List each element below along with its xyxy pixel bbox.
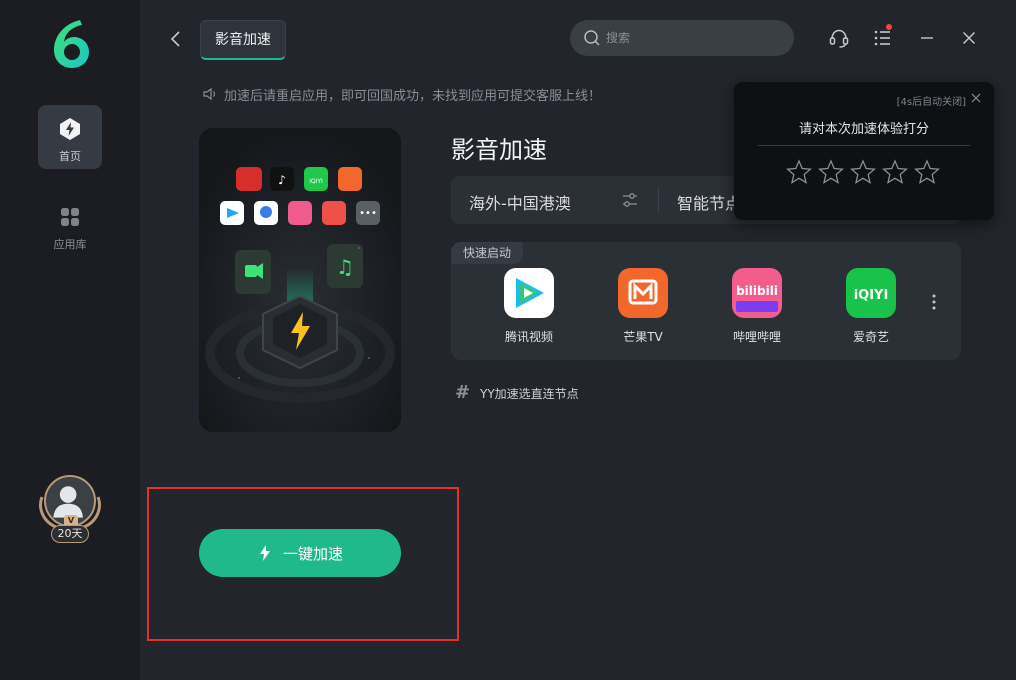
- sidebar-item-label: 首页: [59, 150, 81, 163]
- auto-close-hint: [4s后自动关闭]: [896, 97, 966, 108]
- tab-video-boost[interactable]: 影音加速: [200, 20, 286, 60]
- bilibili-icon: bilibili: [732, 268, 782, 318]
- star-2-icon[interactable]: [818, 159, 844, 185]
- notice-text: 加速后请重启应用，即可回国成功，未找到应用可提交客服上线！: [224, 89, 602, 104]
- vip-days-badge: 20天: [51, 525, 89, 543]
- app-name: 芒果TV: [623, 330, 663, 344]
- svg-text:iQIYI: iQIYI: [309, 178, 323, 185]
- poster-illustration: ♪ iQIYI ••• ♫: [199, 128, 401, 432]
- search-bar[interactable]: [570, 20, 794, 56]
- star-3-icon[interactable]: [850, 159, 876, 185]
- search-icon: [584, 30, 600, 46]
- mango-tv-icon: [618, 268, 668, 318]
- search-input[interactable]: [606, 28, 776, 48]
- svg-text:•••: •••: [359, 208, 377, 219]
- svg-text:♪: ♪: [278, 173, 286, 187]
- node-divider: [658, 188, 659, 212]
- node-region-label[interactable]: 海外-中国港澳: [469, 190, 571, 214]
- app-tencent-video[interactable]: 腾讯视频: [484, 268, 574, 348]
- popup-close-icon[interactable]: [970, 92, 982, 104]
- user-avatar[interactable]: V 20天: [39, 473, 101, 547]
- node-mode-label[interactable]: 智能节点: [677, 190, 741, 214]
- star-4-icon[interactable]: [882, 159, 908, 185]
- quick-launch-panel: 快速启动 腾讯视频 芒果TV bilibili 哔哩哔哩 iQIYI 爱奇艺: [451, 242, 961, 360]
- app-bilibili[interactable]: bilibili 哔哩哔哩: [712, 268, 802, 348]
- menu-list-icon[interactable]: [872, 27, 894, 49]
- yy-tip-text: YY加速选直连节点: [480, 387, 579, 401]
- back-button[interactable]: [166, 28, 186, 50]
- svg-text:bilibili: bilibili: [736, 284, 778, 298]
- close-icon[interactable]: [958, 27, 980, 49]
- tencent-video-icon: [504, 268, 554, 318]
- app-name: 哔哩哔哩: [732, 330, 781, 344]
- app-name: 腾讯视频: [504, 330, 553, 344]
- svg-text:iQIYI: iQIYI: [854, 288, 889, 303]
- app-name: 爱奇艺: [852, 330, 889, 344]
- video-boost-poster: ♪ iQIYI ••• ♫: [199, 128, 401, 432]
- rating-title: 请对本次加速体验打分: [798, 122, 929, 137]
- star-rating: [786, 159, 950, 187]
- star-5-icon[interactable]: [914, 159, 940, 185]
- app-iqiyi[interactable]: iQIYI 爱奇艺: [826, 268, 916, 348]
- sidebar: 首页 应用库 V 20天: [0, 0, 140, 680]
- more-vertical-icon[interactable]: [929, 292, 939, 312]
- lightning-home-icon: [60, 118, 80, 140]
- sidebar-item-app-library[interactable]: 应用库: [38, 193, 102, 257]
- customer-service-icon[interactable]: [828, 27, 850, 49]
- sidebar-item-home[interactable]: 首页: [38, 105, 102, 169]
- hash-icon: #: [455, 382, 471, 403]
- rating-popup: [4s后自动关闭] 请对本次加速体验打分: [734, 82, 994, 220]
- notification-dot: [886, 24, 892, 30]
- minimize-icon[interactable]: [916, 27, 938, 49]
- speaker-icon: [203, 87, 216, 101]
- app-mango-tv[interactable]: 芒果TV: [598, 268, 688, 348]
- highlight-box: [147, 487, 459, 641]
- sidebar-item-label: 应用库: [53, 238, 87, 251]
- region-filter-icon[interactable]: [621, 191, 639, 209]
- quick-launch-label: 快速启动: [451, 242, 524, 264]
- page-title: 影音加速: [451, 136, 547, 164]
- app-logo: [54, 20, 89, 68]
- star-1-icon[interactable]: [786, 159, 812, 185]
- svg-text:♫: ♫: [336, 255, 354, 279]
- iqiyi-icon: iQIYI: [846, 268, 896, 318]
- app-grid-icon: [61, 208, 79, 226]
- rating-divider: [758, 145, 970, 146]
